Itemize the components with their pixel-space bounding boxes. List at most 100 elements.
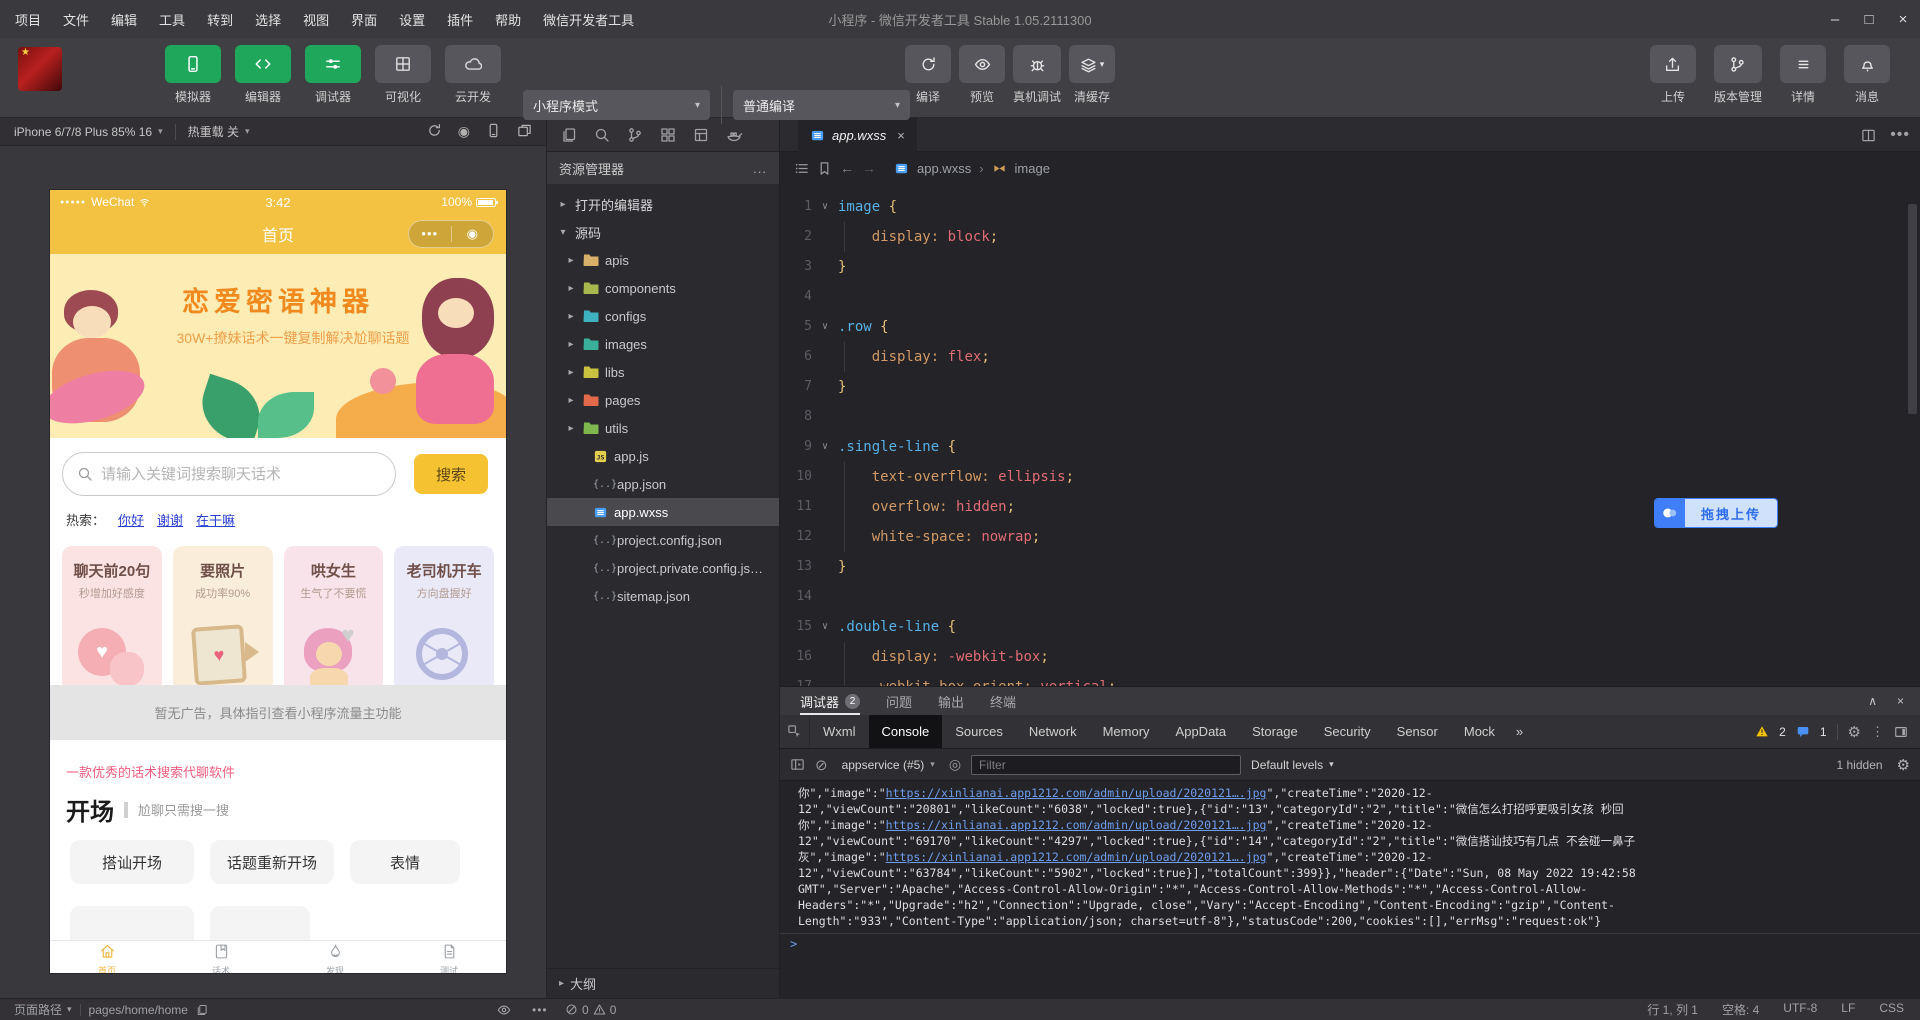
menu-item[interactable]: 视图 [292, 0, 340, 38]
tree-item-utils[interactable]: ▸ utils [547, 414, 779, 442]
exit-icon[interactable]: ◉ [452, 226, 494, 242]
view-button-phone[interactable]: 模拟器 [165, 45, 221, 105]
search-button[interactable]: 搜索 [414, 454, 488, 494]
action-bell[interactable]: 消息 [1844, 45, 1890, 105]
hot-reload-toggle[interactable]: 热重载 关 [188, 123, 239, 140]
device-frame-icon[interactable] [486, 123, 501, 138]
menu-item[interactable]: 工具 [148, 0, 196, 38]
debugger-tab-调试器[interactable]: 调试器 2 [800, 687, 861, 715]
devtools-tab-mock[interactable]: Mock [1451, 715, 1508, 748]
search-input[interactable] [101, 465, 381, 483]
action-eye[interactable]: 预览 [959, 45, 1005, 105]
clipped-topic-button[interactable] [210, 906, 310, 940]
compile-mode-select[interactable]: 普通编译 ▾ [733, 90, 910, 120]
statusbar-item[interactable]: UTF-8 [1783, 1001, 1817, 1018]
editor-scrollbar[interactable] [1908, 204, 1917, 414]
devtools-tab-appdata[interactable]: AppData [1163, 715, 1240, 748]
statusbar-item[interactable]: 行 1, 列 1 [1647, 1001, 1698, 1018]
tree-item-pages[interactable]: ▸ pages [547, 386, 779, 414]
debugger-tab-终端[interactable]: 终端 [990, 687, 1016, 715]
record-icon[interactable]: ◉ [458, 123, 470, 140]
tree-item-project.config.json[interactable]: {..} project.config.json [547, 526, 779, 554]
context-select[interactable]: appservice (#5) ▾ [838, 758, 939, 772]
menu-item[interactable]: 界面 [340, 0, 388, 38]
hot-search-link[interactable]: 谢谢 [157, 510, 183, 529]
more-actions-icon[interactable]: ... [753, 161, 767, 176]
bookmark-icon[interactable] [817, 161, 832, 176]
close-tab-icon[interactable]: × [897, 128, 905, 143]
menu-item[interactable]: 插件 [436, 0, 484, 38]
close-panel-icon[interactable]: × [1897, 694, 1904, 708]
tree-item-sitemap.json[interactable]: {..} sitemap.json [547, 582, 779, 610]
view-button-code[interactable]: 编辑器 [235, 45, 291, 105]
action-menulines[interactable]: 详情 [1780, 45, 1826, 105]
menu-item[interactable]: 帮助 [484, 0, 532, 38]
tree-item-images[interactable]: ▸ images [547, 330, 779, 358]
tree-item-project.private.config.js[interactable]: {..} project.private.config.js… [547, 554, 779, 582]
close-button[interactable]: × [1886, 0, 1920, 38]
refresh-simulator-icon[interactable] [427, 123, 442, 138]
category-card[interactable]: 哄女生 生气了不要慌 ♥ [283, 546, 384, 692]
menu-item[interactable]: 微信开发者工具 [532, 0, 645, 38]
topic-button[interactable]: 话题重新开场 [210, 840, 334, 884]
topic-button[interactable]: 搭讪开场 [70, 840, 194, 884]
editor-more-icon[interactable]: ••• [1890, 126, 1910, 144]
action-refresh[interactable]: 编译 [905, 45, 951, 105]
dock-side-icon[interactable] [1894, 725, 1908, 739]
tree-item-apis[interactable]: ▸ apis [547, 246, 779, 274]
action-bug[interactable]: 真机调试 [1013, 45, 1062, 105]
menu-item[interactable]: 编辑 [100, 0, 148, 38]
capsule-button[interactable]: ••• ◉ [408, 220, 494, 248]
warning-triangle-icon[interactable] [1755, 725, 1769, 738]
phone-tab-flame[interactable]: 发现 [278, 941, 392, 973]
promo-banner[interactable]: 恋爱密语神器 30W+撩妹话术一键复制解决尬聊话题 [50, 254, 506, 438]
info-message-icon[interactable] [1796, 725, 1810, 738]
tree-section-[interactable]: ▸ 打开的编辑器 [547, 190, 779, 218]
phone-tab-book[interactable]: 话术 [164, 941, 278, 973]
statusbar-item[interactable]: CSS [1879, 1001, 1904, 1018]
breadcrumb-node[interactable]: image [1015, 161, 1050, 176]
menu-item[interactable]: 转到 [196, 0, 244, 38]
phone-tab-home[interactable]: 首页 [50, 941, 164, 973]
statusbar-item[interactable]: 空格: 4 [1722, 1001, 1759, 1018]
outline-section[interactable]: ▸ 大纲 [547, 968, 779, 998]
menu-item[interactable]: 设置 [388, 0, 436, 38]
tree-item-app.js[interactable]: JS app.js [547, 442, 779, 470]
collapse-panel-icon[interactable]: ∧ [1868, 694, 1877, 708]
mode-select[interactable]: 小程序模式 ▾ [523, 90, 710, 120]
menu-item[interactable]: 文件 [52, 0, 100, 38]
tab-overflow-icon[interactable]: » [1508, 724, 1531, 739]
console-link[interactable]: https://xinlianai.app1212.com/admin/uplo… [886, 850, 1267, 864]
hot-search-link[interactable]: 你好 [118, 510, 144, 529]
debugger-tab-输出[interactable]: 输出 [938, 687, 964, 715]
clipped-topic-button[interactable] [70, 906, 194, 940]
forward-icon[interactable]: → [862, 160, 876, 176]
copy-path-icon[interactable] [196, 1004, 208, 1016]
console-link[interactable]: https://xinlianai.app1212.com/admin/uplo… [886, 818, 1267, 832]
hot-search-link[interactable]: 在干嘛 [196, 510, 235, 529]
extensions-grid-icon[interactable] [660, 127, 676, 143]
editor-layout-icon[interactable] [693, 127, 709, 143]
split-editor-icon[interactable] [1861, 128, 1876, 143]
view-button-grid[interactable]: 可视化 [375, 45, 431, 105]
menu-item[interactable]: 项目 [4, 0, 52, 38]
phone-tab-page[interactable]: 测试 [392, 941, 506, 973]
outline-list-icon[interactable] [794, 161, 809, 176]
action-branch[interactable]: 版本管理 [1713, 45, 1762, 105]
category-card[interactable]: 聊天前20句 秒增加好感度 ♥ [62, 546, 162, 692]
problems-summary[interactable]: 0 0 [565, 1003, 616, 1017]
fold-icon[interactable]: ∨ [812, 432, 838, 462]
devtools-tab-wxml[interactable]: Wxml [810, 715, 869, 748]
debugger-tab-问题[interactable]: 问题 [886, 687, 912, 715]
menu-item[interactable]: 选择 [244, 0, 292, 38]
promo-link[interactable]: 一款优秀的话术搜索代聊软件 [66, 762, 235, 781]
detach-window-icon[interactable] [517, 123, 532, 138]
settings-gear-icon[interactable]: ⚙ [1848, 723, 1861, 741]
breadcrumb-file[interactable]: app.wxss [917, 161, 971, 176]
category-card[interactable]: 老司机开车 方向盘握好 [394, 546, 494, 692]
action-layers[interactable]: ▾ 清缓存 [1069, 45, 1116, 105]
devtools-tab-security[interactable]: Security [1311, 715, 1384, 748]
statusbar-more-icon[interactable]: ••• [532, 1003, 548, 1017]
clear-console-icon[interactable]: ⊘ [815, 756, 828, 774]
tree-item-configs[interactable]: ▸ configs [547, 302, 779, 330]
